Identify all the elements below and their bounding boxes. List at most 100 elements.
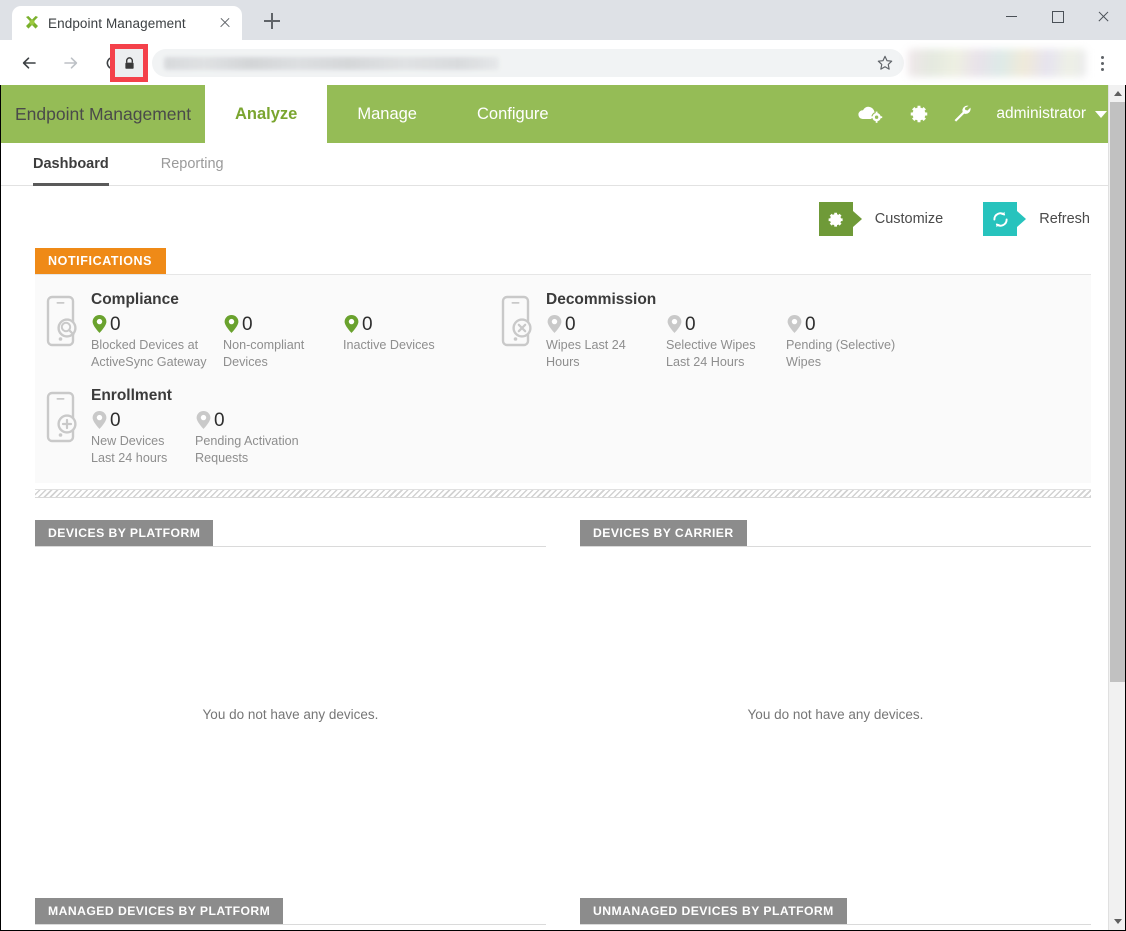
- browser-tab[interactable]: Endpoint Management: [12, 6, 242, 40]
- stat-value: 0: [565, 313, 576, 335]
- panel-resize-handle[interactable]: [35, 489, 1091, 498]
- stat-value: 0: [685, 313, 696, 335]
- extensions-area[interactable]: [908, 49, 1086, 77]
- widget-empty-text: You do not have any devices.: [747, 707, 924, 722]
- kebab-dot: [1100, 55, 1104, 59]
- stat-item[interactable]: 0 Pending (Selective) Wipes: [786, 314, 906, 371]
- stat-label: Inactive Devices: [343, 338, 435, 352]
- widget-devices-by-platform: DEVICES BY PLATFORM You do not have any …: [35, 520, 546, 871]
- tab-close-icon[interactable]: [216, 14, 234, 32]
- browser-menu-button[interactable]: [1088, 49, 1116, 77]
- phone-add-icon: [35, 385, 91, 445]
- widget-title: DEVICES BY CARRIER: [580, 520, 747, 546]
- widget-title: MANAGED DEVICES BY PLATFORM: [35, 898, 284, 924]
- widget-body: [580, 924, 1091, 930]
- lock-icon: [124, 56, 134, 69]
- map-pin-icon: [196, 411, 211, 429]
- notification-group-body: Compliance 0 Blocked Devices at ActiveSy…: [91, 289, 447, 371]
- widget-body: You do not have any devices.: [580, 546, 1091, 871]
- window-close-button[interactable]: [1080, 0, 1126, 32]
- widget-row-bottom: MANAGED DEVICES BY PLATFORM UNMANAGED DE…: [35, 898, 1091, 930]
- widget-title: UNMANAGED DEVICES BY PLATFORM: [580, 898, 847, 924]
- forward-button[interactable]: [56, 48, 86, 78]
- map-pin-icon: [344, 315, 359, 333]
- app-brand: Endpoint Management: [15, 103, 192, 124]
- nav-tab-analyze[interactable]: Analyze: [205, 85, 328, 143]
- stat-label: Blocked Devices at ActiveSync Gateway: [91, 338, 207, 369]
- stats-list: 0 New Devices Last 24 hours 0 Pending Ac…: [91, 410, 315, 467]
- kebab-dot: [1100, 61, 1104, 65]
- user-menu[interactable]: administrator: [996, 105, 1107, 123]
- app-navigation-bar: Endpoint Management Analyze Manage Confi…: [1, 85, 1125, 143]
- widget-managed-devices-by-platform: MANAGED DEVICES BY PLATFORM: [35, 898, 546, 930]
- gear-icon[interactable]: [908, 103, 930, 125]
- minimize-button[interactable]: [988, 0, 1034, 32]
- customize-button[interactable]: Customize: [818, 202, 944, 236]
- notification-group-body: Enrollment 0 New Devices Last 24 hours 0…: [91, 385, 315, 467]
- stat-label: New Devices Last 24 hours: [91, 434, 168, 465]
- maximize-button[interactable]: [1034, 0, 1080, 32]
- new-tab-button[interactable]: [258, 7, 286, 35]
- site-info-button[interactable]: [115, 49, 143, 77]
- scroll-down-button[interactable]: [1109, 913, 1126, 930]
- refresh-icon-box: [983, 202, 1027, 236]
- url-bar[interactable]: [152, 49, 904, 77]
- sub-tab-reporting[interactable]: Reporting: [161, 143, 224, 186]
- map-pin-icon: [667, 315, 682, 333]
- cloud-settings-icon[interactable]: [856, 102, 886, 126]
- url-input[interactable]: [164, 56, 499, 70]
- scrollbar-thumb[interactable]: [1110, 102, 1125, 682]
- widget-empty-text: You do not have any devices.: [202, 707, 379, 722]
- tab-strip: Endpoint Management: [0, 0, 1000, 40]
- group-title: Enrollment: [91, 387, 172, 404]
- stat-label: Wipes Last 24 Hours: [546, 338, 626, 369]
- stat-value: 0: [362, 313, 373, 335]
- stat-label: Pending Activation Requests: [195, 434, 299, 465]
- back-button[interactable]: [14, 48, 44, 78]
- stat-item[interactable]: 0 Wipes Last 24 Hours: [546, 314, 654, 371]
- customize-icon-box: [818, 202, 862, 236]
- stat-item[interactable]: 0 New Devices Last 24 hours: [91, 410, 183, 467]
- browser-window: Endpoint Management Endpoint Management …: [0, 0, 1126, 931]
- gear-icon: [828, 212, 843, 227]
- sub-tab-label: Dashboard: [33, 156, 109, 172]
- map-pin-icon: [92, 411, 107, 429]
- notifications-title: NOTIFICATIONS: [35, 248, 167, 274]
- refresh-label: Refresh: [1039, 211, 1090, 227]
- widget-body: [35, 924, 546, 930]
- tab-title: Endpoint Management: [48, 15, 186, 31]
- refresh-icon: [993, 211, 1008, 227]
- refresh-button[interactable]: Refresh: [983, 202, 1090, 236]
- nav-tab-configure[interactable]: Configure: [447, 85, 579, 143]
- stat-value: 0: [242, 313, 253, 335]
- widget-unmanaged-devices-by-platform: UNMANAGED DEVICES BY PLATFORM: [580, 898, 1091, 930]
- notification-group-body: Decommission 0 Wipes Last 24 Hours 0 Sel…: [546, 289, 918, 371]
- stat-item[interactable]: 0 Pending Activation Requests: [195, 410, 303, 467]
- wrench-icon[interactable]: [952, 103, 974, 125]
- nav-tab-label: Manage: [357, 104, 417, 123]
- app-bar-actions: administrator: [856, 85, 1125, 143]
- sub-tab-dashboard[interactable]: Dashboard: [33, 143, 109, 186]
- stat-item[interactable]: 0 Non-compliant Devices: [223, 314, 331, 371]
- nav-tab-label: Analyze: [235, 104, 298, 123]
- star-icon[interactable]: [876, 54, 894, 72]
- map-pin-icon: [92, 315, 107, 333]
- scroll-up-button[interactable]: [1109, 85, 1126, 102]
- sub-tab-bar: Dashboard Reporting: [1, 143, 1125, 186]
- page-viewport: Endpoint Management Analyze Manage Confi…: [1, 85, 1125, 930]
- stat-label: Non-compliant Devices: [223, 338, 305, 369]
- notifications-row-2: Enrollment 0 New Devices Last 24 hours 0…: [35, 385, 1091, 467]
- stat-item[interactable]: 0 Inactive Devices: [343, 314, 435, 371]
- nav-tab-manage[interactable]: Manage: [327, 85, 447, 143]
- page-scrollbar[interactable]: [1108, 85, 1125, 930]
- widget-devices-by-carrier: DEVICES BY CARRIER You do not have any d…: [580, 520, 1091, 871]
- stats-list: 0 Blocked Devices at ActiveSync Gateway: [91, 314, 447, 371]
- chevron-down-icon: [1095, 110, 1107, 118]
- customize-label: Customize: [874, 211, 944, 227]
- stat-item[interactable]: 0 Selective Wipes Last 24 Hours: [666, 314, 774, 371]
- group-title: Decommission: [546, 291, 657, 308]
- stat-item[interactable]: 0 Blocked Devices at ActiveSync Gateway: [91, 314, 211, 371]
- browser-titlebar: Endpoint Management: [0, 0, 1126, 40]
- stat-value: 0: [110, 409, 121, 431]
- stats-list: 0 Wipes Last 24 Hours 0 Selective Wipes …: [546, 314, 918, 371]
